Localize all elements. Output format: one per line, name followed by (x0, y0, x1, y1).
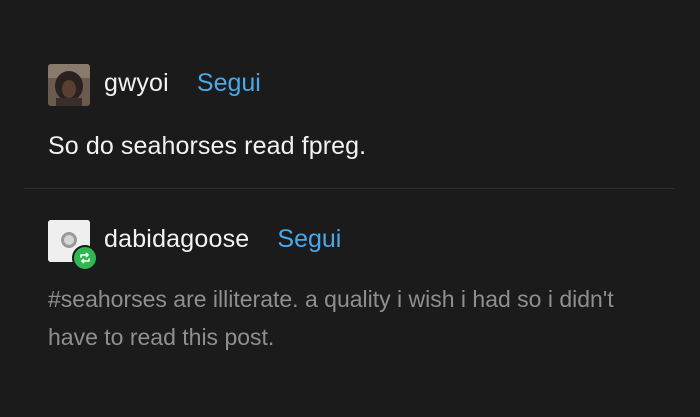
reblog-icon (72, 245, 98, 271)
follow-button[interactable]: Segui (277, 225, 341, 254)
post-thread: gwyoi Segui So do seahorses read fpreg. … (0, 0, 700, 417)
post-header: dabidagoose Segui (104, 225, 341, 254)
post-tags[interactable]: #seahorses are illiterate. a quality i w… (48, 280, 668, 356)
post-body-text: So do seahorses read fpreg. (48, 132, 367, 160)
user-avatar[interactable] (48, 64, 90, 106)
username[interactable]: dabidagoose (104, 225, 249, 254)
follow-button[interactable]: Segui (197, 69, 261, 98)
post-header: gwyoi Segui (104, 69, 261, 98)
username[interactable]: gwyoi (104, 69, 169, 98)
avatar-photo-icon (48, 64, 90, 106)
divider (24, 188, 674, 189)
